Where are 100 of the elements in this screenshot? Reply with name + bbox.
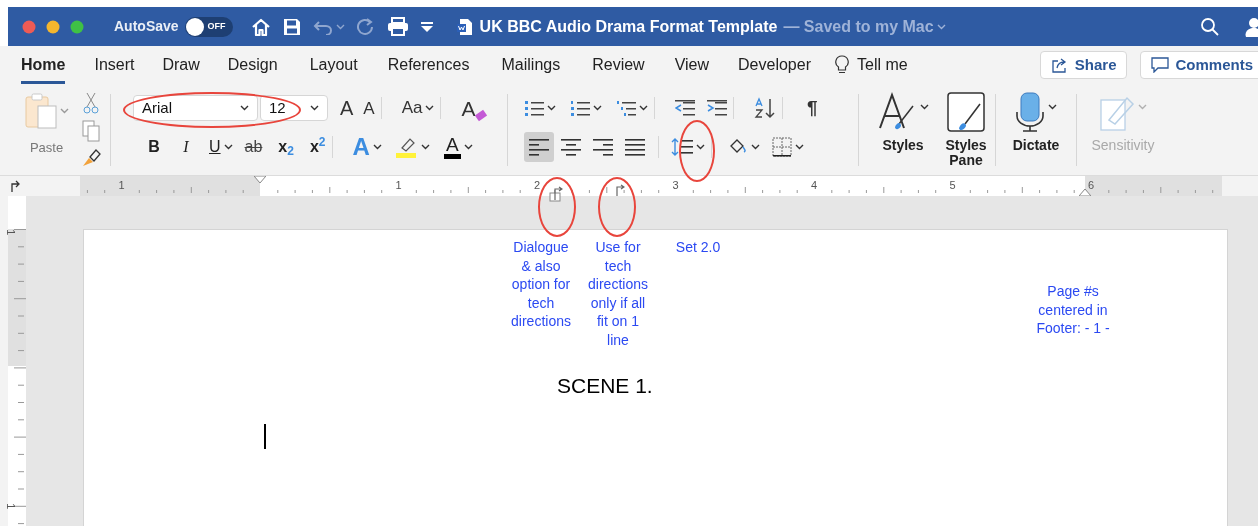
italic-button[interactable]: I [175,135,197,159]
tell-me-search[interactable]: Tell me [857,53,908,77]
scissors-icon[interactable] [83,92,99,114]
caret-icon[interactable] [240,105,249,111]
font-size-field[interactable]: 12 [260,95,328,121]
comments-button[interactable]: Comments [1140,51,1258,79]
paint-bucket-icon[interactable] [728,138,748,156]
tab-selector-icon[interactable] [10,180,20,192]
ribbon-tab[interactable]: View [674,46,710,84]
ribbon-tab[interactable]: Mailings [501,46,561,84]
caret-icon[interactable] [425,105,435,111]
undo-icon[interactable] [312,18,333,35]
caret-icon[interactable] [463,144,473,150]
tab-stop-icon[interactable] [549,186,563,202]
caret-icon[interactable] [751,144,760,150]
annotation-circle [679,120,715,182]
styles-button[interactable]: Styles [882,138,924,153]
microphone-icon[interactable] [1015,92,1045,132]
ruler-number: 1 [118,178,125,193]
caret-icon[interactable] [696,144,705,150]
decrease-indent-icon[interactable] [675,99,695,117]
redo-icon[interactable] [356,17,375,36]
ruler-number: 2 [534,178,541,193]
autosave-label: AutoSave [114,17,179,36]
show-formatting-marks-button[interactable]: ¶ [807,93,818,123]
align-lines-icon [593,138,613,156]
highlighter-icon[interactable] [395,136,418,158]
align-lines-icon [561,138,581,156]
share-icon [1050,57,1069,73]
superscript-button[interactable]: x$^{2}$ [309,135,326,159]
document-title: UK BBC Audio Drama Format Template [479,16,778,37]
caret-icon[interactable] [795,144,804,150]
font-color-button[interactable]: A [443,135,461,159]
align-lines-icon [625,138,645,156]
ribbon-tab[interactable]: Layout [309,46,358,84]
annotation-note: Set 2.0 [674,238,722,257]
ruler-number: 3 [672,178,679,193]
numbered-list-icon[interactable] [570,99,590,117]
lightbulb-icon[interactable] [835,55,849,75]
grow-font-button[interactable]: A [340,98,354,118]
caret-icon[interactable] [310,105,319,111]
underline-button[interactable]: U [209,135,221,159]
print-icon[interactable] [386,17,409,36]
text-cursor [264,424,266,449]
format-painter-icon[interactable] [81,148,101,168]
caret-icon[interactable] [372,144,382,150]
window-control-icon[interactable] [46,19,60,34]
ribbon-tab[interactable]: Review [592,46,645,84]
home-icon[interactable] [250,17,271,36]
caret-icon[interactable] [420,144,430,150]
person-icon[interactable] [1244,16,1258,37]
ruler-number: 1 [395,178,402,193]
autosave-toggle[interactable]: OFF [184,16,233,37]
ruler-number: 5 [949,178,956,193]
dictate-button[interactable]: Dictate [1012,138,1060,153]
annotation-note: Page #s centered in Footer: - 1 - [1035,282,1111,338]
strikethrough-button[interactable]: ab [244,135,263,159]
bullet-list-icon[interactable] [524,99,544,117]
caret-icon[interactable] [593,105,602,111]
ruler-number: 1 [4,503,19,510]
ribbon-tab[interactable]: Draw [162,46,200,84]
styles-pane-button[interactable]: Styles Pane [937,138,995,168]
annotation-note: Dialogue & also option for tech directions [510,238,572,331]
shrink-font-button[interactable]: A [363,99,375,117]
ruler-number: 6 [1088,178,1095,193]
customize-toolbar-icon[interactable] [420,21,433,32]
caret-icon[interactable] [547,105,556,111]
tab-stop-icon[interactable] [615,184,625,196]
styles-icon[interactable] [877,92,917,132]
caret-icon[interactable] [639,105,648,111]
align-left-button[interactable] [524,132,554,162]
word-document-icon[interactable] [456,17,473,36]
ruler-number: 1 [4,229,19,236]
search-icon[interactable] [1200,16,1220,37]
clear-formatting-button[interactable]: A [461,97,486,119]
ribbon-tab[interactable]: References [387,46,470,84]
font-name-field[interactable]: Arial [133,95,258,121]
change-case-button[interactable]: Aa [401,95,423,121]
increase-indent-icon[interactable] [707,99,727,117]
subscript-button[interactable]: x$_{2}$ [278,135,294,159]
window-control-icon[interactable] [70,19,84,34]
save-icon[interactable] [282,17,301,36]
ribbon-tab[interactable]: Developer [738,46,811,84]
ruler-number: 4 [811,178,818,193]
styles-pane-icon[interactable] [947,92,985,132]
bold-button[interactable]: B [143,135,165,159]
align-lines-icon [529,138,549,156]
ribbon-tab[interactable]: Insert [94,46,135,84]
line-spacing-icon[interactable] [671,137,693,157]
paste-label[interactable]: Paste [29,138,64,158]
caret-icon[interactable] [1048,104,1057,110]
share-button[interactable]: Share [1039,51,1128,79]
multilevel-list-icon[interactable] [616,99,636,117]
sort-icon[interactable] [754,97,776,119]
caret-icon[interactable] [223,144,233,150]
caret-icon[interactable] [920,104,929,110]
ribbon-tab[interactable]: Design [227,46,278,84]
borders-icon[interactable] [772,137,792,157]
scene-heading: SCENE 1. [557,373,653,399]
annotation-circle [598,177,636,237]
